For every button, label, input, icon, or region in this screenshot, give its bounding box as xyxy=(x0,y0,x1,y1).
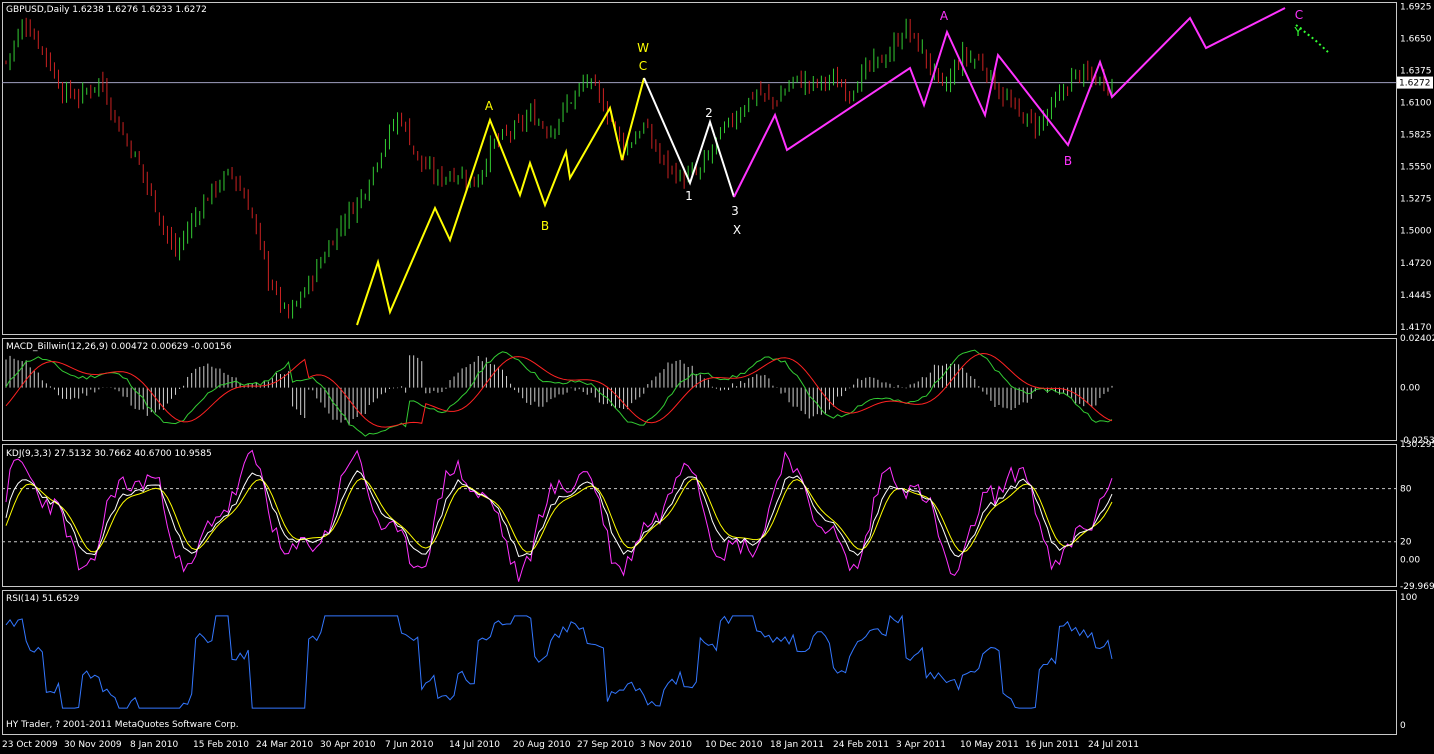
x-tick-label: 16 Jun 2011 xyxy=(1025,740,1079,750)
x-tick-label: 15 Feb 2010 xyxy=(193,740,249,750)
panel-frame-1 xyxy=(2,338,1397,441)
wave-label-C: C xyxy=(1295,8,1303,22)
price-y-tick: 1.4445 xyxy=(1400,291,1432,301)
price-y-tick: 1.4720 xyxy=(1400,259,1432,269)
price-y-tick: 1.4170 xyxy=(1400,323,1432,333)
price-panel-title: GBPUSD,Daily 1.6238 1.6276 1.6233 1.6272 xyxy=(6,5,207,15)
panel-frame-3 xyxy=(2,590,1397,735)
wave-label-A: A xyxy=(485,99,494,113)
price-y-tick: 1.6100 xyxy=(1400,99,1432,109)
wave-label-X: X xyxy=(733,223,741,237)
x-tick-label: 8 Jan 2010 xyxy=(130,740,178,750)
kdj-panel-title: KDJ(9,3,3) 27.5132 30.7662 40.6700 10.95… xyxy=(6,449,212,459)
x-tick-label: 14 Jul 2010 xyxy=(449,740,500,750)
rsi-y-tick: 100 xyxy=(1400,593,1417,603)
wave-label-C: C xyxy=(639,59,647,73)
kdj-d-line xyxy=(5,478,1113,553)
price-y-tick: 1.5275 xyxy=(1400,195,1432,205)
price-y-tick: 1.6925 xyxy=(1400,3,1432,13)
price-y-tick: 1.6650 xyxy=(1400,35,1432,45)
x-tick-label: 10 Dec 2010 xyxy=(705,740,763,750)
trading-chart: 1.6925 1.6650 1.6375 1.6100 1.5825 1.5550 1.52… xyxy=(0,0,1434,751)
panel-frame-2 xyxy=(2,444,1397,587)
x-tick-label: 18 Jan 2011 xyxy=(770,740,824,750)
wave-label-W: W xyxy=(637,41,649,55)
price-y-tick: 1.5550 xyxy=(1400,163,1432,173)
wave-label-1: 1 xyxy=(685,189,693,203)
x-tick-label: 30 Nov 2009 xyxy=(64,740,122,750)
rsi-y-tick: 0 xyxy=(1400,721,1406,731)
x-tick-label: 7 Jun 2010 xyxy=(385,740,434,750)
wave-label-A: A xyxy=(940,9,949,23)
kdj-y-tick: 130.2953 xyxy=(1400,440,1434,450)
x-tick-label: 3 Nov 2010 xyxy=(640,740,692,750)
x-tick-label: 27 Sep 2010 xyxy=(577,740,634,750)
price-y-tick: 1.5825 xyxy=(1400,131,1432,141)
x-tick-label: 30 Apr 2010 xyxy=(320,740,376,750)
price-y-tick: 1.5000 xyxy=(1400,227,1432,237)
copyright-footer: HY Trader, ? 2001-2011 MetaQuotes Softwa… xyxy=(6,720,239,730)
x-tick-label: 24 Mar 2010 xyxy=(256,740,313,750)
wave-yellow xyxy=(356,77,645,326)
kdj-y-tick: 20 xyxy=(1400,538,1412,548)
wave-label-B: B xyxy=(541,219,549,233)
kdj-y-tick: 0.00 xyxy=(1400,555,1420,565)
x-tick-label: 24 Jul 2011 xyxy=(1088,740,1139,750)
x-tick-label: 23 Oct 2009 xyxy=(2,740,58,750)
macd-y-tick: 0.00 xyxy=(1400,384,1420,394)
x-tick-label: 20 Aug 2010 xyxy=(513,740,571,750)
wave-label-3: 3 xyxy=(731,204,739,218)
kdj-y-tick: 80 xyxy=(1400,485,1412,495)
x-tick-label: 10 May 2011 xyxy=(960,740,1019,750)
kdj-j-line xyxy=(5,449,1113,582)
x-tick-label: 3 Apr 2011 xyxy=(896,740,946,750)
x-tick-label: 24 Feb 2011 xyxy=(833,740,889,750)
macd-panel-title: MACD_Billwin(12,26,9) 0.00472 0.00629 -0… xyxy=(6,342,232,352)
wave-label-2: 2 xyxy=(705,106,713,120)
rsi-panel-title: RSI(14) 51.6529 xyxy=(6,594,80,604)
wave-label-Y: Y xyxy=(1293,25,1302,39)
kdj-y-tick: -29.9691 xyxy=(1400,582,1434,592)
chart-svg: 1.6925 1.6650 1.6375 1.6100 1.5825 1.5550 1.52… xyxy=(2,2,1434,750)
rsi-line xyxy=(5,614,1113,709)
wave-magenta xyxy=(733,7,1286,198)
panel-frame-0 xyxy=(2,2,1397,335)
price-y-tick: 1.6375 xyxy=(1400,67,1432,77)
macd-y-tick: 0.02402 xyxy=(1400,334,1434,344)
wave-label-B: B xyxy=(1064,154,1072,168)
current-price-label: 1.6272 xyxy=(1399,79,1431,89)
